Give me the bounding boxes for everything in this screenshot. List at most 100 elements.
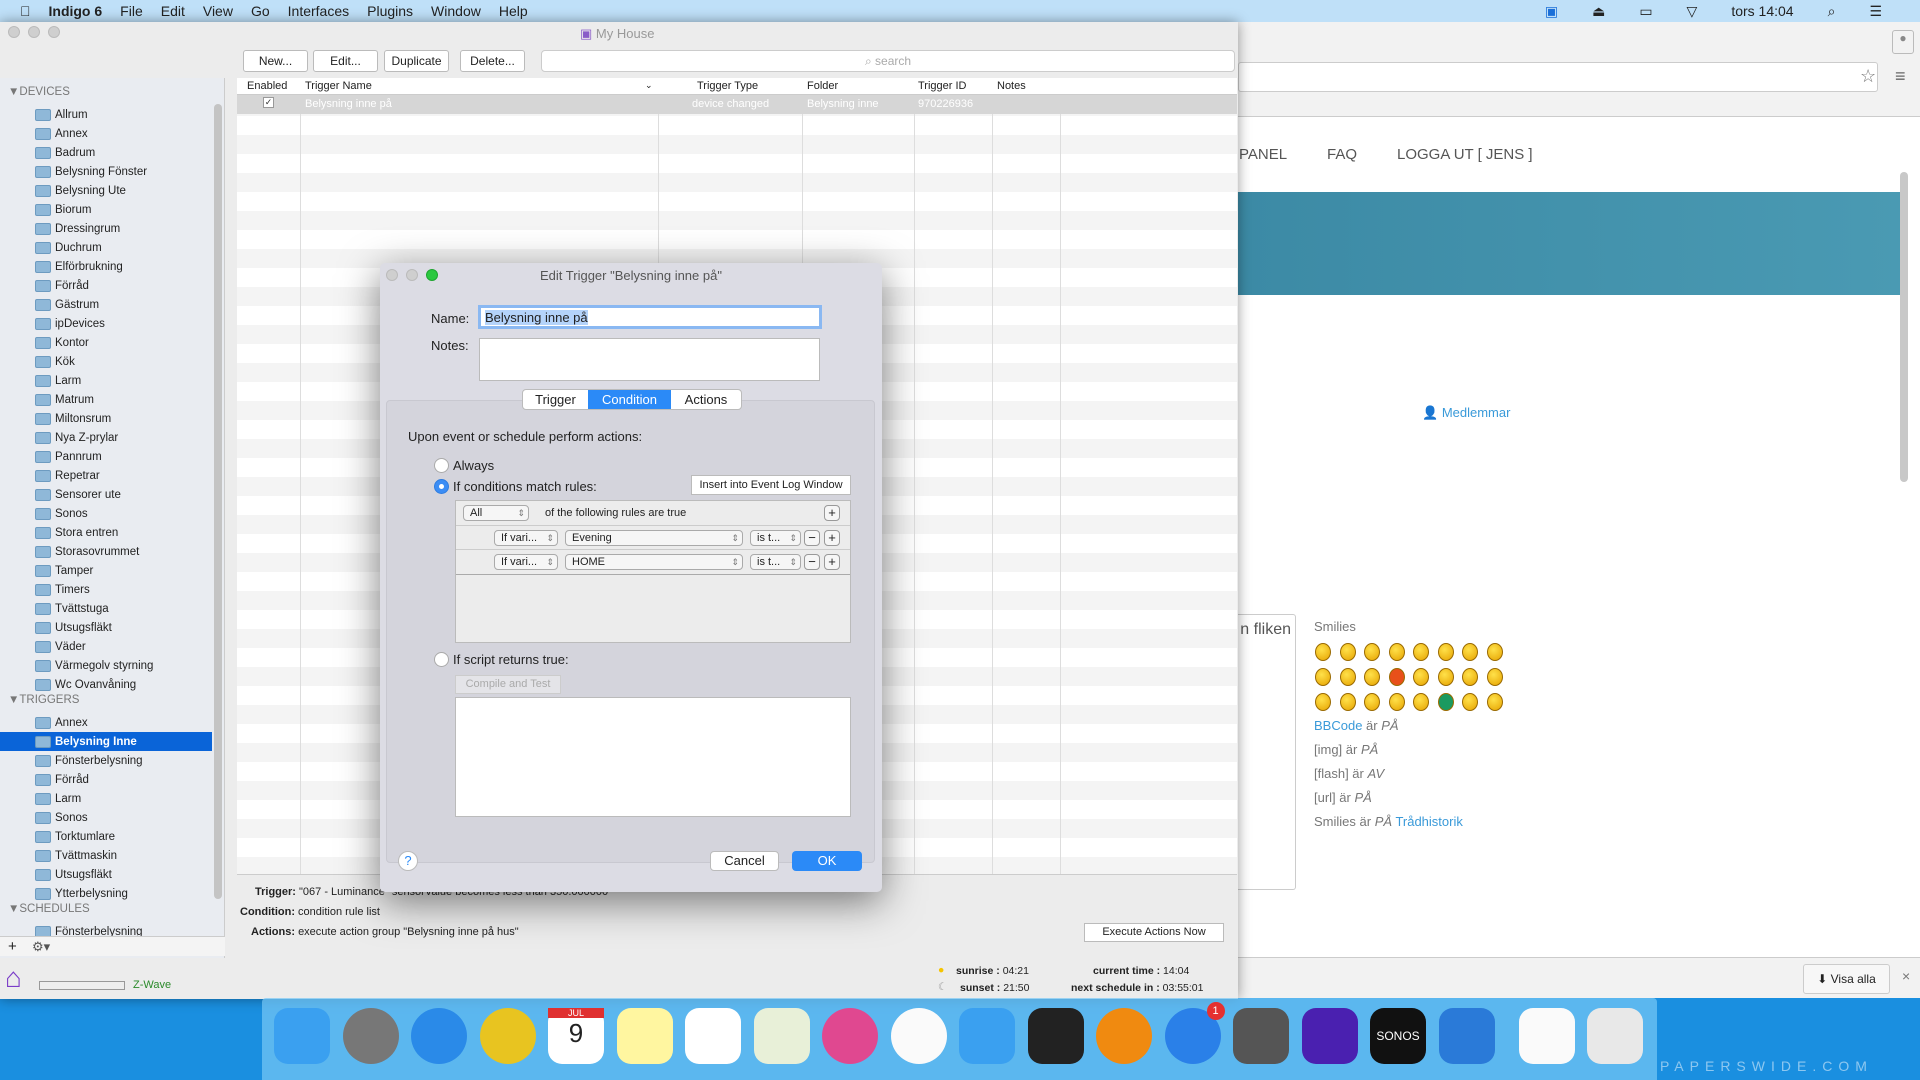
triggers-header[interactable]: ▼TRIGGERS bbox=[8, 694, 79, 706]
sidebar-device-folder[interactable]: Larm bbox=[0, 371, 212, 390]
sidebar-device-folder[interactable]: Tamper bbox=[0, 561, 212, 580]
teamviewer-icon[interactable]: ▣ bbox=[1545, 3, 1558, 20]
smiley-icon[interactable] bbox=[1462, 668, 1478, 686]
zoom-window-button[interactable] bbox=[48, 26, 60, 38]
menu-help[interactable]: Help bbox=[499, 3, 528, 19]
dock-teamviewer-icon[interactable] bbox=[1438, 1008, 1495, 1064]
menu-view[interactable]: View bbox=[203, 3, 233, 19]
dock-trash-icon[interactable] bbox=[1587, 1008, 1643, 1064]
dock-itunes-icon[interactable] bbox=[822, 1008, 878, 1064]
ok-button[interactable]: OK bbox=[792, 851, 862, 871]
sidebar-device-folder[interactable]: Storasovrummet bbox=[0, 542, 212, 561]
search-input[interactable]: ⌕ search bbox=[541, 50, 1235, 72]
sidebar-device-folder[interactable]: Tvättstuga bbox=[0, 599, 212, 618]
table-row[interactable]: ✓ Belysning inne på device changed Belys… bbox=[237, 95, 1237, 114]
dock-notes-icon[interactable] bbox=[616, 1008, 673, 1064]
smiley-icon[interactable] bbox=[1437, 643, 1454, 661]
apple-icon[interactable]:  bbox=[20, 3, 31, 19]
dock-imovie-icon[interactable] bbox=[1027, 1008, 1084, 1064]
sidebar-device-folder[interactable]: Pannrum bbox=[0, 447, 212, 466]
history-link[interactable]: Trådhistorik bbox=[1395, 814, 1462, 829]
schedules-header[interactable]: ▼SCHEDULES bbox=[8, 903, 90, 915]
sidebar-device-folder[interactable]: Timers bbox=[0, 580, 212, 599]
smiley-icon[interactable] bbox=[1315, 643, 1331, 661]
clock[interactable]: tors 14:04 bbox=[1731, 3, 1793, 19]
sidebar-trigger-folder[interactable]: Fönsterbelysning bbox=[0, 751, 212, 770]
rule-type-select[interactable]: If vari... bbox=[494, 554, 558, 570]
sidebar-trigger-folder[interactable]: Belysning Inne bbox=[0, 732, 212, 751]
script-editor[interactable] bbox=[455, 697, 851, 817]
sidebar-device-folder[interactable]: Förråd bbox=[0, 276, 212, 295]
col-notes[interactable]: Notes bbox=[997, 80, 1026, 92]
spotlight-icon[interactable]: ⌕ bbox=[1828, 3, 1836, 20]
bbcode-link[interactable]: BBCode bbox=[1314, 718, 1362, 733]
tab-actions[interactable]: Actions bbox=[671, 390, 741, 409]
sort-chevron-icon[interactable]: ⌄ bbox=[645, 80, 653, 91]
nav-panel[interactable]: PANEL bbox=[1239, 146, 1287, 163]
new-button[interactable]: New... bbox=[243, 50, 308, 72]
sidebar-trigger-folder[interactable]: Tvättmaskin bbox=[0, 846, 212, 865]
col-trigger-id[interactable]: Trigger ID bbox=[918, 80, 967, 92]
cancel-button[interactable]: Cancel bbox=[710, 851, 779, 871]
smiley-icon[interactable] bbox=[1388, 643, 1405, 661]
menu-interfaces[interactable]: Interfaces bbox=[288, 3, 349, 19]
sidebar-device-folder[interactable]: Allrum bbox=[0, 105, 212, 124]
smiley-icon[interactable] bbox=[1462, 643, 1478, 661]
menu-app[interactable]: Indigo 6 bbox=[49, 3, 103, 19]
dock-reminders-icon[interactable] bbox=[685, 1008, 741, 1064]
sidebar-trigger-folder[interactable]: Ytterbelysning bbox=[0, 884, 212, 903]
menu-plugins[interactable]: Plugins bbox=[367, 3, 413, 19]
sidebar-device-folder[interactable]: Badrum bbox=[0, 143, 212, 162]
smiley-icon[interactable] bbox=[1486, 668, 1503, 686]
sidebar-device-folder[interactable]: Repetrar bbox=[0, 466, 212, 485]
sidebar-device-folder[interactable]: Sensorer ute bbox=[0, 485, 212, 504]
help-button[interactable]: ? bbox=[398, 851, 418, 871]
airplay-icon[interactable]: ▭ bbox=[1639, 3, 1652, 20]
name-input[interactable]: Belysning inne på bbox=[478, 305, 822, 329]
dock-finder-icon[interactable] bbox=[274, 1008, 330, 1064]
col-folder[interactable]: Folder bbox=[807, 80, 838, 92]
remove-rule-button[interactable]: − bbox=[804, 554, 820, 570]
smiley-icon[interactable] bbox=[1437, 668, 1454, 686]
sidebar-device-folder[interactable]: Wc Ovanvåning bbox=[0, 675, 212, 694]
match-mode-select[interactable]: All bbox=[463, 505, 529, 521]
dock-maps-icon[interactable] bbox=[753, 1008, 810, 1064]
add-rule-button[interactable]: + bbox=[824, 530, 840, 546]
rule-variable-select[interactable]: HOME bbox=[565, 554, 743, 570]
rule-operator-select[interactable]: is t... bbox=[750, 554, 801, 570]
dock-safari-icon[interactable] bbox=[411, 1008, 467, 1064]
sidebar-device-folder[interactable]: Nya Z-prylar bbox=[0, 428, 212, 447]
menu-edit[interactable]: Edit bbox=[161, 3, 185, 19]
dock-ibooks-icon[interactable] bbox=[1096, 1008, 1152, 1064]
compile-test-button[interactable]: Compile and Test bbox=[455, 675, 561, 694]
sidebar-device-folder[interactable]: Värmegolv styrning bbox=[0, 656, 212, 675]
close-window-button[interactable] bbox=[8, 26, 20, 38]
smiley-icon[interactable] bbox=[1364, 693, 1380, 711]
browser-scrollbar[interactable] bbox=[1900, 172, 1908, 482]
dock-app-store-icon[interactable]: 1 bbox=[1164, 1002, 1225, 1064]
insert-event-log-button[interactable]: Insert into Event Log Window bbox=[691, 475, 851, 495]
sidebar-device-folder[interactable]: Gästrum bbox=[0, 295, 212, 314]
duplicate-button[interactable]: Duplicate bbox=[384, 50, 449, 72]
always-radio[interactable] bbox=[434, 458, 449, 473]
eject-icon[interactable]: ⏏ bbox=[1592, 3, 1605, 20]
sidebar-trigger-folder[interactable]: Förråd bbox=[0, 770, 212, 789]
smiley-icon[interactable] bbox=[1339, 668, 1356, 686]
smiley-icon[interactable] bbox=[1388, 693, 1405, 711]
sidebar-device-folder[interactable]: Dressingrum bbox=[0, 219, 212, 238]
add-button[interactable]: + bbox=[8, 938, 17, 955]
sidebar-trigger-folder[interactable]: Larm bbox=[0, 789, 212, 808]
menu-go[interactable]: Go bbox=[251, 3, 270, 19]
col-enabled[interactable]: Enabled bbox=[247, 80, 287, 92]
rule-variable-select[interactable]: Evening bbox=[565, 530, 743, 546]
smiley-icon[interactable] bbox=[1339, 693, 1356, 711]
sidebar-device-folder[interactable]: Belysning Fönster bbox=[0, 162, 212, 181]
execute-actions-button[interactable]: Execute Actions Now bbox=[1084, 923, 1224, 942]
add-rule-button[interactable]: + bbox=[824, 505, 840, 521]
dock-indigo-icon[interactable] bbox=[1301, 1008, 1358, 1064]
sidebar-device-folder[interactable]: Duchrum bbox=[0, 238, 212, 257]
dock-messages-icon[interactable] bbox=[959, 1008, 1015, 1064]
smiley-icon[interactable] bbox=[1315, 668, 1331, 686]
sidebar-trigger-folder[interactable]: Sonos bbox=[0, 808, 212, 827]
rule-type-select[interactable]: If vari... bbox=[494, 530, 558, 546]
